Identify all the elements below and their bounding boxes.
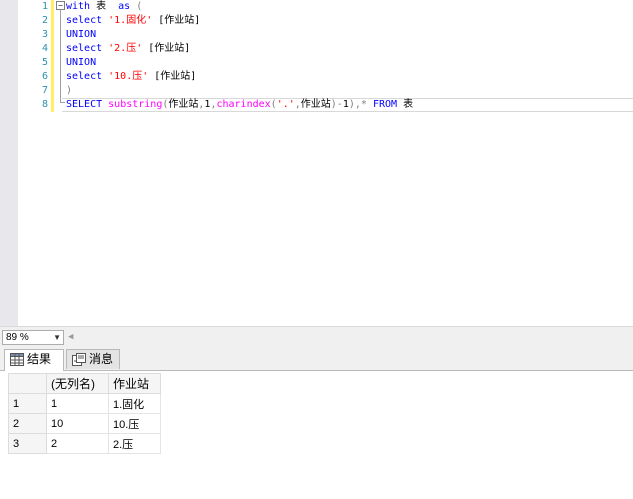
code-line[interactable]: select '2.压' [作业站] xyxy=(66,42,190,56)
code-token: '.' xyxy=(276,99,295,110)
query-editor[interactable]: 1 2 3 4 5 6 7 8 − with 表 as (select '1.固… xyxy=(0,0,633,326)
collapse-region-icon[interactable]: − xyxy=(56,1,65,10)
editor-margin xyxy=(0,0,19,326)
code-token: 表 xyxy=(397,99,414,110)
code-token: charindex xyxy=(216,99,271,110)
messages-icon xyxy=(72,353,86,371)
code-token: '2.压' xyxy=(102,43,143,54)
code-token: select xyxy=(66,43,103,54)
table-cell[interactable]: 10.压 xyxy=(108,413,161,434)
code-line[interactable]: with 表 as ( xyxy=(66,0,142,14)
column-header[interactable]: (无列名) xyxy=(46,373,109,394)
line-number: 6 xyxy=(41,71,48,82)
code-token: '10.压' xyxy=(102,71,149,82)
code-token: select xyxy=(66,71,103,82)
scroll-left-icon[interactable]: ◀ xyxy=(68,332,73,342)
code-token: FROM xyxy=(366,99,398,110)
line-number: 1 xyxy=(41,1,48,12)
zoom-dropdown[interactable]: 89 % ▼ xyxy=(2,330,64,345)
grid-corner-header[interactable] xyxy=(8,373,47,394)
line-number-gutter: 1 2 3 4 5 6 7 8 xyxy=(18,0,54,326)
line-number: 7 xyxy=(41,85,48,96)
grid-icon xyxy=(10,353,24,371)
row-number[interactable]: 2 xyxy=(8,413,47,434)
editor-status-row: 89 % ▼ ◀ xyxy=(0,326,633,347)
line-number: 5 xyxy=(41,57,48,68)
table-cell[interactable]: 1 xyxy=(46,393,109,414)
table-cell[interactable]: 10 xyxy=(46,413,109,434)
results-tab-bar: 结果 消息 xyxy=(0,346,633,371)
table-row[interactable]: 2 10 10.压 xyxy=(8,413,161,434)
table-cell[interactable]: 1.固化 xyxy=(108,393,161,414)
results-grid[interactable]: (无列名) 作业站 1 1 1.固化 2 10 10.压 3 2 2.压 xyxy=(8,373,161,454)
horizontal-scrollbar[interactable] xyxy=(80,330,630,345)
code-token: with xyxy=(66,1,91,12)
code-token: 作业站 xyxy=(168,99,199,110)
table-row[interactable]: 3 2 2.压 xyxy=(8,433,161,454)
code-token: 作业站 xyxy=(300,99,331,110)
chevron-down-icon[interactable]: ▼ xyxy=(53,331,61,344)
code-token: ) xyxy=(66,85,73,96)
table-row[interactable]: 1 1 1.固化 xyxy=(8,393,161,414)
line-number: 3 xyxy=(41,29,48,40)
code-token: ), xyxy=(348,99,361,110)
code-token: '1.固化' xyxy=(102,15,153,26)
line-number: 2 xyxy=(41,15,48,26)
code-line[interactable]: UNION xyxy=(66,28,96,42)
line-number: 8 xyxy=(41,99,48,110)
code-token: as xyxy=(118,1,131,12)
tab-messages-label: 消息 xyxy=(89,352,114,366)
code-token: [作业站] xyxy=(142,43,191,54)
code-token: select xyxy=(66,15,103,26)
change-indicator-bar xyxy=(51,0,54,112)
code-line[interactable]: SELECT substring(作业站,1,charindex('.',作业站… xyxy=(66,98,413,112)
zoom-value: 89 % xyxy=(6,332,29,343)
tab-messages[interactable]: 消息 xyxy=(66,349,120,369)
row-number[interactable]: 1 xyxy=(8,393,47,414)
code-line[interactable]: UNION xyxy=(66,56,96,70)
table-cell[interactable]: 2.压 xyxy=(108,433,161,454)
code-line[interactable]: select '1.固化' [作业站] xyxy=(66,14,200,28)
code-token: 表 xyxy=(90,1,119,12)
code-token: [作业站] xyxy=(152,15,201,26)
line-number: 4 xyxy=(41,43,48,54)
table-cell[interactable]: 2 xyxy=(46,433,109,454)
code-token: UNION xyxy=(66,57,97,68)
code-token: )- xyxy=(330,99,343,110)
results-pane: (无列名) 作业站 1 1 1.固化 2 10 10.压 3 2 2.压 xyxy=(0,371,633,499)
code-token: substring xyxy=(108,99,163,110)
row-number[interactable]: 3 xyxy=(8,433,47,454)
tab-results[interactable]: 结果 xyxy=(4,349,64,371)
tab-results-label: 结果 xyxy=(27,352,52,366)
code-token: [作业站] xyxy=(148,71,197,82)
code-token: SELECT xyxy=(66,99,103,110)
code-token: ( xyxy=(130,1,143,12)
code-line[interactable]: ) xyxy=(66,84,72,98)
fold-guide-line xyxy=(60,10,61,102)
code-token: UNION xyxy=(66,29,97,40)
code-line[interactable]: select '10.压' [作业站] xyxy=(66,70,196,84)
column-header[interactable]: 作业站 xyxy=(108,373,161,394)
